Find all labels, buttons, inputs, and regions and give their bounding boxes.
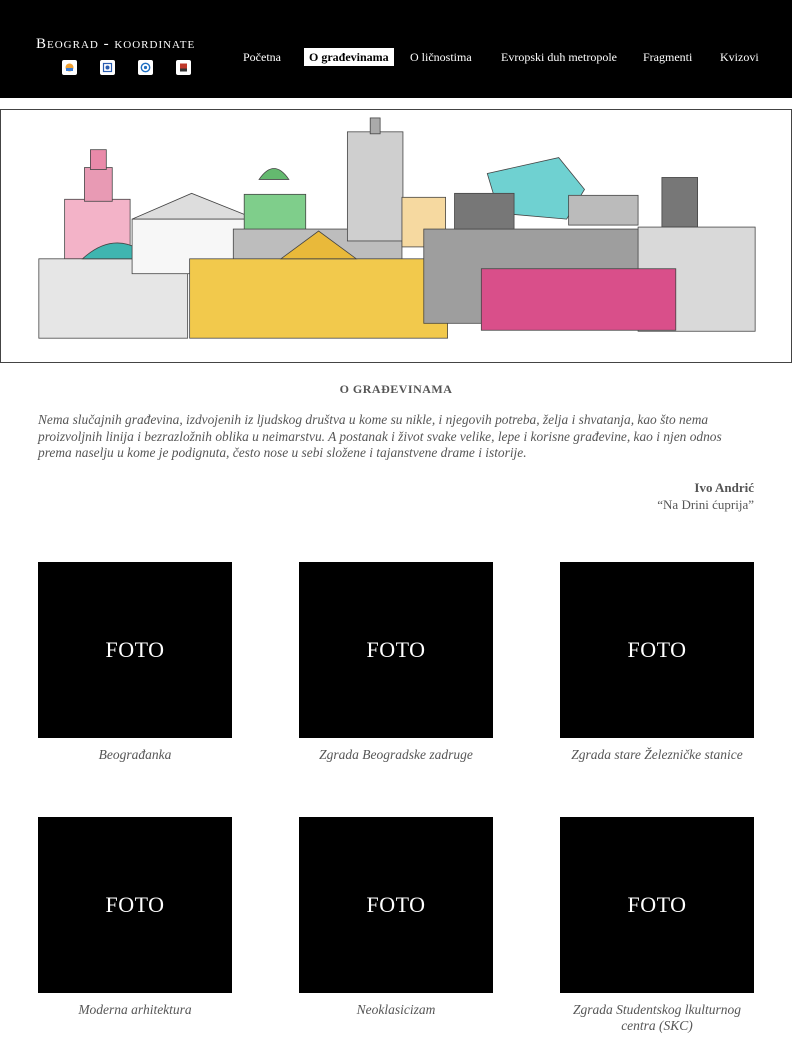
photo-placeholder[interactable]: FOTO (560, 817, 754, 993)
author-name: Ivo Andrić (694, 480, 754, 495)
photo-placeholder[interactable]: FOTO (560, 562, 754, 738)
photo-caption[interactable]: Neoklasicizam (299, 1002, 493, 1018)
photo-caption[interactable]: Beograđanka (38, 747, 232, 763)
gallery-card[interactable]: FOTO Neoklasicizam (299, 817, 493, 1018)
photo-caption[interactable]: Zgrada Beogradske zadruge (299, 747, 493, 763)
gallery-card[interactable]: FOTO Zgrada Beogradske zadruge (299, 562, 493, 763)
nav-item-pocetna[interactable]: Početna (243, 48, 281, 66)
photo-placeholder[interactable]: FOTO (299, 562, 493, 738)
quote-text: Nema slučajnih građevina, izdvojenih iz … (38, 412, 722, 460)
gallery-card[interactable]: FOTO Zgrada stare Železničke stanice (560, 562, 754, 763)
nav-item-o-licnostima[interactable]: O ličnostima (410, 48, 472, 66)
main-nav: Početna O građevinama O ličnostima Evrop… (0, 48, 792, 68)
nav-item-evropski-duh[interactable]: Evropski duh metropole (501, 48, 617, 66)
nav-item-o-gradjevinama[interactable]: O građevinama (304, 48, 394, 66)
photo-placeholder[interactable]: FOTO (299, 817, 493, 993)
city-skyline-banner (0, 109, 792, 363)
skyline-illustration (38, 117, 756, 339)
nav-item-kvizovi[interactable]: Kvizovi (720, 48, 759, 66)
gallery-card[interactable]: FOTO Zgrada Studentskog lkulturnog centr… (560, 817, 754, 1034)
gallery-card[interactable]: FOTO Beograđanka (38, 562, 232, 763)
photo-caption[interactable]: Zgrada stare Železničke stanice (560, 747, 754, 763)
photo-caption[interactable]: Zgrada Studentskog lkulturnog centra (SK… (560, 1002, 754, 1034)
nav-item-fragmenti[interactable]: Fragmenti (643, 48, 692, 66)
site-header: Beograd - koordinate Početna O građevina… (0, 0, 792, 98)
photo-placeholder[interactable]: FOTO (38, 817, 232, 993)
gallery-card[interactable]: FOTO Moderna arhitektura (38, 817, 232, 1018)
section-title: O GRAĐEVINAMA (339, 382, 453, 396)
photo-placeholder[interactable]: FOTO (38, 562, 232, 738)
quote-attribution: Ivo Andrić “Na Drini ćuprija” (657, 480, 754, 513)
photo-caption[interactable]: Moderna arhitektura (38, 1002, 232, 1018)
work-title: “Na Drini ćuprija” (657, 497, 754, 512)
